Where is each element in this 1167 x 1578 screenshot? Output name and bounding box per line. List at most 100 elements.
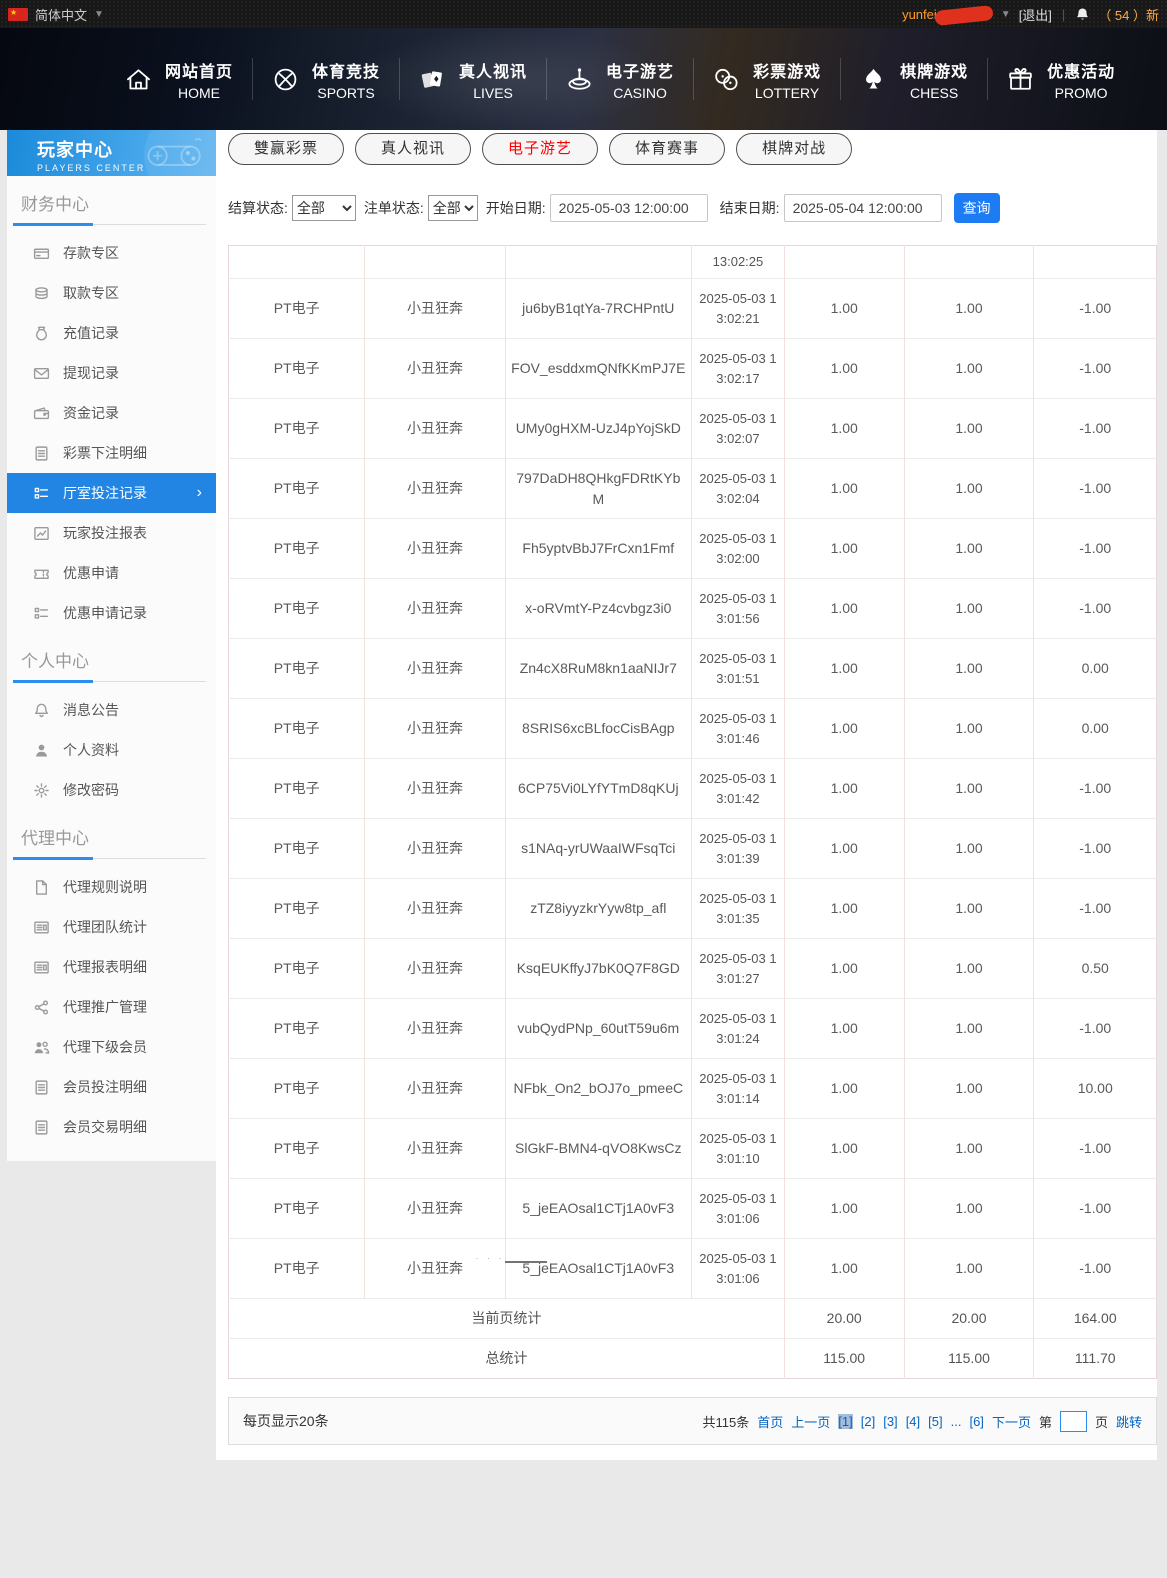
page-number[interactable]: [5] xyxy=(928,1414,942,1429)
page-jump-input[interactable] xyxy=(1059,1410,1087,1432)
sidebar-item[interactable]: 会员投注明细 xyxy=(7,1067,216,1107)
sidebar-item-label: 代理推广管理 xyxy=(63,999,147,1015)
cell-win-loss: -1.00 xyxy=(1033,458,1157,519)
language-selector[interactable]: 简体中文 ▼ xyxy=(8,5,104,24)
sidebar-item[interactable]: 代理规则说明 xyxy=(7,867,216,907)
chevron-down-icon[interactable]: ▼ xyxy=(1001,9,1011,20)
username[interactable]: yunfei xyxy=(902,7,937,22)
summary-bet: 20.00 xyxy=(783,1298,905,1339)
bell-icon[interactable] xyxy=(1075,7,1090,22)
bet-records-table: 13:02:25 PT电子 小丑狂奔 ju6byB1qtYa-7RCHPntU 2025… xyxy=(228,245,1157,1379)
logout-button[interactable]: [退出] xyxy=(1019,5,1052,24)
cell-bet-amount: 1.00 xyxy=(783,878,905,939)
sidebar-item-label: 消息公告 xyxy=(63,702,119,718)
sidebar-item[interactable]: 存款专区 xyxy=(7,233,216,273)
sidebar-item[interactable]: 修改密码 xyxy=(7,770,216,810)
table-row: PT电子 小丑狂奔 zTZ8iyyzkrYyw8tp_afl 2025-05-03 1… xyxy=(228,878,1157,939)
order-status-select[interactable]: 全部 xyxy=(427,195,478,221)
cell-game-name: 小丑狂奔 xyxy=(364,1238,548,1299)
sidebar-item[interactable]: 取款专区 xyxy=(7,273,216,313)
page-number[interactable]: [2] xyxy=(861,1414,875,1429)
sidebar-item-active[interactable]: 厅室投注记录 › xyxy=(7,473,216,513)
nav-item-lottery[interactable]: 彩票游戏 LOTTERY xyxy=(694,58,840,101)
cell-win-loss: -1.00 xyxy=(1033,758,1157,819)
sidebar-item[interactable]: 消息公告 xyxy=(7,690,216,730)
table-row: PT电子 小丑狂奔 8SRIS6xcBLfocCisBAgp 2025-05-03 1… xyxy=(228,698,1157,759)
sidebar-item-label: 代理下级会员 xyxy=(63,1039,147,1055)
prev-page-link[interactable]: 上一页 xyxy=(791,1412,830,1431)
cell-datetime: 2025-05-03 13:02:17 xyxy=(691,338,785,399)
sidebar-item[interactable]: 代理报表明细 xyxy=(7,947,216,987)
sidebar-item[interactable]: 资金记录 xyxy=(7,393,216,433)
sidebar-item[interactable]: 会员交易明细 xyxy=(7,1107,216,1147)
sidebar-item-label: 充值记录 xyxy=(63,325,119,341)
sidebar-item[interactable]: 优惠申请记录 xyxy=(7,593,216,633)
cell-game-name: 小丑狂奔 xyxy=(364,1178,506,1239)
sidebar-item-label: 玩家投注报表 xyxy=(63,525,147,541)
cell-game-type: PT电子 xyxy=(228,938,365,999)
nav-item-lives[interactable]: 真人视讯 LIVES xyxy=(400,58,546,101)
cell-valid-bet: 1.00 xyxy=(903,398,1034,459)
sidebar-item[interactable]: 充值记录 xyxy=(7,313,216,353)
message-count[interactable]: （ 54 ）新 xyxy=(1098,5,1159,24)
cell-order-id: 5_jeEAOsal1CTj1A0vF3 xyxy=(504,1178,692,1239)
sidebar-item[interactable]: 代理团队统计 xyxy=(7,907,216,947)
sidebar-item[interactable]: 彩票下注明细 xyxy=(7,433,216,473)
tab-item[interactable]: 真人视讯 xyxy=(355,133,472,165)
jump-button[interactable]: 跳转 xyxy=(1116,1412,1142,1431)
nav-item-home[interactable]: 网站首页 HOME xyxy=(106,58,252,101)
page-number[interactable]: [6] xyxy=(969,1414,983,1429)
sidebar-item-label: 彩票下注明细 xyxy=(63,445,147,461)
cell-bet-amount: 1.00 xyxy=(783,1238,905,1299)
doc-icon xyxy=(33,445,50,462)
cell-datetime: 2025-05-03 13:01:14 xyxy=(691,1058,785,1119)
nav-item-sports[interactable]: 体育竞技 SPORTS xyxy=(253,58,399,101)
sidebar-item[interactable]: 提现记录 xyxy=(7,353,216,393)
ticket-icon xyxy=(33,565,50,582)
first-page-link[interactable]: 首页 xyxy=(757,1412,783,1431)
end-date-input[interactable] xyxy=(783,194,942,222)
cell-order-id: Zn4cX8RuM8kn1aaNIJr7 xyxy=(504,638,692,699)
next-page-link[interactable]: 下一页 xyxy=(992,1412,1031,1431)
sidebar-item[interactable]: 个人资料 xyxy=(7,730,216,770)
sidebar-item[interactable]: 代理下级会员 xyxy=(7,1027,216,1067)
search-button[interactable]: 查询 xyxy=(953,193,1000,223)
main-nav: 网站首页 HOME 体育竞技 SPORTS 真人视讯 LIVES 电子游艺 CASINO 彩票游… xyxy=(0,28,1167,130)
filter-bar: 结算状态: 全部 注单状态: 全部 开始日期: 结束日期: 查询 xyxy=(228,193,1157,223)
sidebar-item[interactable]: 代理推广管理 xyxy=(7,987,216,1027)
cell-datetime: 2025-05-03 13:02:07 xyxy=(691,398,785,459)
cards-icon xyxy=(419,66,446,93)
lottery-icon xyxy=(713,66,740,93)
gamepad-icon xyxy=(142,134,208,176)
summary-valid: 115.00 xyxy=(903,1338,1034,1379)
cell-game-name: 小丑狂奔 xyxy=(364,998,506,1059)
sidebar-item[interactable]: 玩家投注报表 xyxy=(7,513,216,553)
tab-item[interactable]: 雙赢彩票 xyxy=(228,133,345,165)
sidebar-item-label: 资金记录 xyxy=(63,405,119,421)
summary-valid: 20.00 xyxy=(903,1298,1034,1339)
page-number[interactable]: [4] xyxy=(906,1414,920,1429)
cell-order-id: 797DaDH8QHkgFDRtKYbM xyxy=(504,458,692,519)
players-center-title: 玩家中心 xyxy=(37,140,113,160)
page-number[interactable]: [3] xyxy=(883,1414,897,1429)
cell xyxy=(229,246,365,279)
tab-item[interactable]: 棋牌对战 xyxy=(736,133,853,165)
section-underline xyxy=(13,680,206,683)
page-ellipsis: ... xyxy=(950,1413,962,1429)
start-date-input[interactable] xyxy=(549,194,708,222)
cell-time: 13:02:25 xyxy=(691,245,785,279)
page-number-active[interactable]: [1] xyxy=(838,1413,853,1429)
nav-item-chess[interactable]: 棋牌游戏 CHESS xyxy=(841,58,987,101)
sidebar-item[interactable]: 优惠申请 xyxy=(7,553,216,593)
cell-order-id: vubQydPNp_60utT59u6m xyxy=(504,998,692,1059)
tab-active[interactable]: 电子游艺 xyxy=(482,133,599,165)
category-tabs: 雙赢彩票 真人视讯 电子游艺 体育赛事 棋牌对战 xyxy=(228,133,1157,165)
cell-valid-bet: 1.00 xyxy=(903,338,1034,399)
per-page-label: 每页显示20条 xyxy=(243,1413,329,1429)
cell-valid-bet: 1.00 xyxy=(903,518,1034,579)
nav-item-casino[interactable]: 电子游艺 CASINO xyxy=(547,58,693,101)
summary-win-loss: 111.70 xyxy=(1033,1338,1157,1379)
tab-item[interactable]: 体育赛事 xyxy=(609,133,726,165)
settle-status-select[interactable]: 全部 xyxy=(291,195,356,221)
nav-item-promo[interactable]: 优惠活动 PROMO xyxy=(988,58,1134,101)
